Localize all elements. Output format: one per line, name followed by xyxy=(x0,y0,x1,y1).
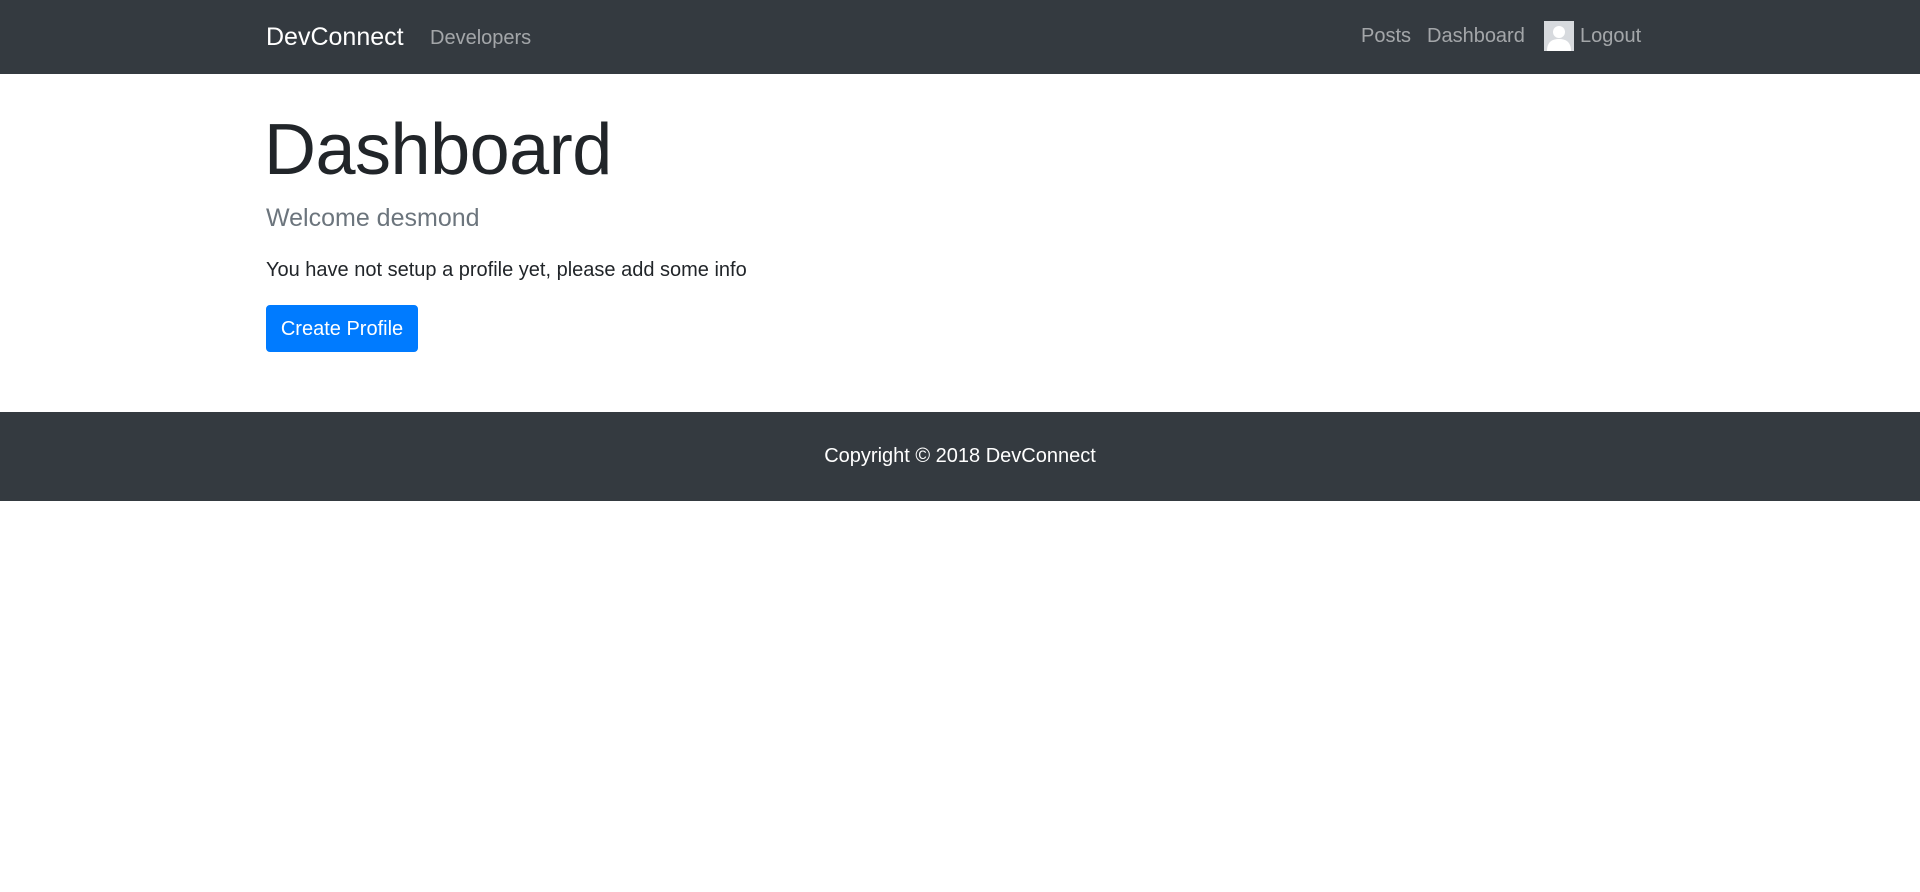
welcome-message: Welcome desmond xyxy=(266,204,480,232)
logout-label: Logout xyxy=(1580,25,1642,47)
brand-link[interactable]: DevConnect xyxy=(266,22,404,52)
page-title: Dashboard xyxy=(264,110,612,190)
profile-info-text: You have not setup a profile yet, please… xyxy=(266,259,747,281)
user-avatar-icon xyxy=(1544,21,1574,51)
create-profile-button[interactable]: Create Profile xyxy=(266,305,418,352)
nav-link-posts[interactable]: Posts xyxy=(1361,22,1411,50)
nav-link-dashboard[interactable]: Dashboard xyxy=(1427,22,1525,50)
footer-copyright: Copyright © 2018 DevConnect xyxy=(824,445,1096,467)
nav-link-developers[interactable]: Developers xyxy=(430,24,531,52)
footer: Copyright © 2018 DevConnect xyxy=(0,412,1920,501)
top-navbar: DevConnect Developers Posts Dashboard Lo… xyxy=(0,0,1920,74)
